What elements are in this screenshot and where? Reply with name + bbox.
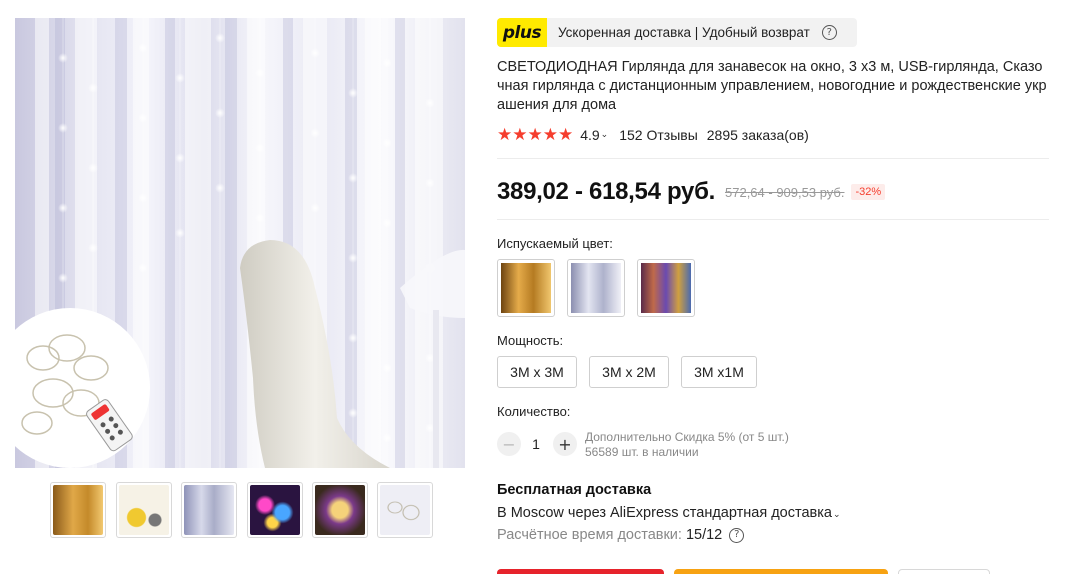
- quantity-value[interactable]: 1: [530, 436, 542, 452]
- quantity-label: Количество:: [497, 404, 571, 419]
- power-option-3x1[interactable]: 3M x1M: [681, 356, 757, 388]
- discount-badge: -32%: [851, 184, 886, 200]
- power-option-3x3[interactable]: 3M x 3M: [497, 356, 577, 388]
- quantity-increase-button[interactable]: +: [553, 432, 577, 456]
- color-option-multicolor[interactable]: [637, 259, 695, 317]
- power-option-3x2[interactable]: 3M x 2M: [589, 356, 669, 388]
- reviews-link[interactable]: 152 Отзывы: [619, 127, 698, 143]
- divider: [497, 219, 1049, 220]
- thumbnail-cool-curtain[interactable]: [181, 482, 237, 538]
- help-circle-icon[interactable]: ?: [729, 527, 745, 543]
- add-to-cart-button[interactable]: [674, 569, 888, 574]
- shipping-title: Бесплатная доставка: [497, 482, 652, 498]
- color-label: Испускаемый цвет:: [497, 236, 613, 251]
- curtain-lights-photo: [15, 18, 465, 468]
- chevron-down-icon[interactable]: ⌄: [601, 130, 609, 140]
- thumbnail-rgb-strands[interactable]: [247, 482, 303, 538]
- stock-count: 56589 шт. в наличии: [585, 445, 699, 459]
- star-icon: ★★★★★: [497, 125, 574, 145]
- rating-value[interactable]: 4.9: [580, 127, 599, 143]
- shipping-method-selector[interactable]: В Moscow через AliExpress стандартная до…: [497, 505, 841, 521]
- thumbnail-wreath-lights[interactable]: [312, 482, 368, 538]
- quantity-decrease-button[interactable]: −: [497, 432, 521, 456]
- buy-now-button[interactable]: [497, 569, 664, 574]
- help-circle-icon[interactable]: ?: [821, 25, 837, 40]
- plus-benefits-text: Ускоренная доставка | Удобный возврат: [558, 25, 810, 40]
- delivery-estimate-value: 15/12: [685, 527, 723, 543]
- divider: [497, 158, 1049, 159]
- wishlist-button[interactable]: [898, 569, 990, 574]
- thumbnail-coil-set[interactable]: [377, 482, 433, 538]
- delivery-estimate: Расчётное время доставки: 15/12 ?: [497, 527, 745, 543]
- old-price: 572,64 - 909,53 руб.: [725, 184, 845, 200]
- thumbnail-warm-curtain[interactable]: [50, 482, 106, 538]
- current-price: 389,02 - 618,54 руб.: [497, 178, 715, 205]
- orders-count: 2895 заказа(ов): [706, 127, 809, 143]
- delivery-estimate-label: Расчётное время доставки:: [497, 527, 682, 543]
- color-option-cool-white[interactable]: [567, 259, 625, 317]
- plus-logo: plus: [497, 18, 547, 47]
- bulk-discount-note: Дополнительно Скидка 5% (от 5 шт.): [585, 430, 789, 444]
- chevron-down-icon: ⌄: [832, 510, 841, 520]
- plus-benefits-bar: plus Ускоренная доставка | Удобный возвр…: [497, 18, 857, 47]
- rating-row: ★★★★★ 4.9 ⌄ 152 Отзывы 2895 заказа(ов): [497, 125, 809, 145]
- thumbnail-kit-contents[interactable]: [116, 482, 172, 538]
- quantity-note: Дополнительно Скидка 5% (от 5 шт.) 56589…: [585, 430, 789, 460]
- shipping-method-text: В Moscow через AliExpress стандартная до…: [497, 505, 832, 521]
- product-title: СВЕТОДИОДНАЯ Гирлянда для занавесок на о…: [497, 59, 1047, 113]
- price-row: 389,02 - 618,54 руб. 572,64 - 909,53 руб…: [497, 178, 886, 206]
- color-option-warm-white[interactable]: [497, 259, 555, 317]
- main-product-image[interactable]: [15, 18, 465, 468]
- power-label: Мощность:: [497, 333, 564, 348]
